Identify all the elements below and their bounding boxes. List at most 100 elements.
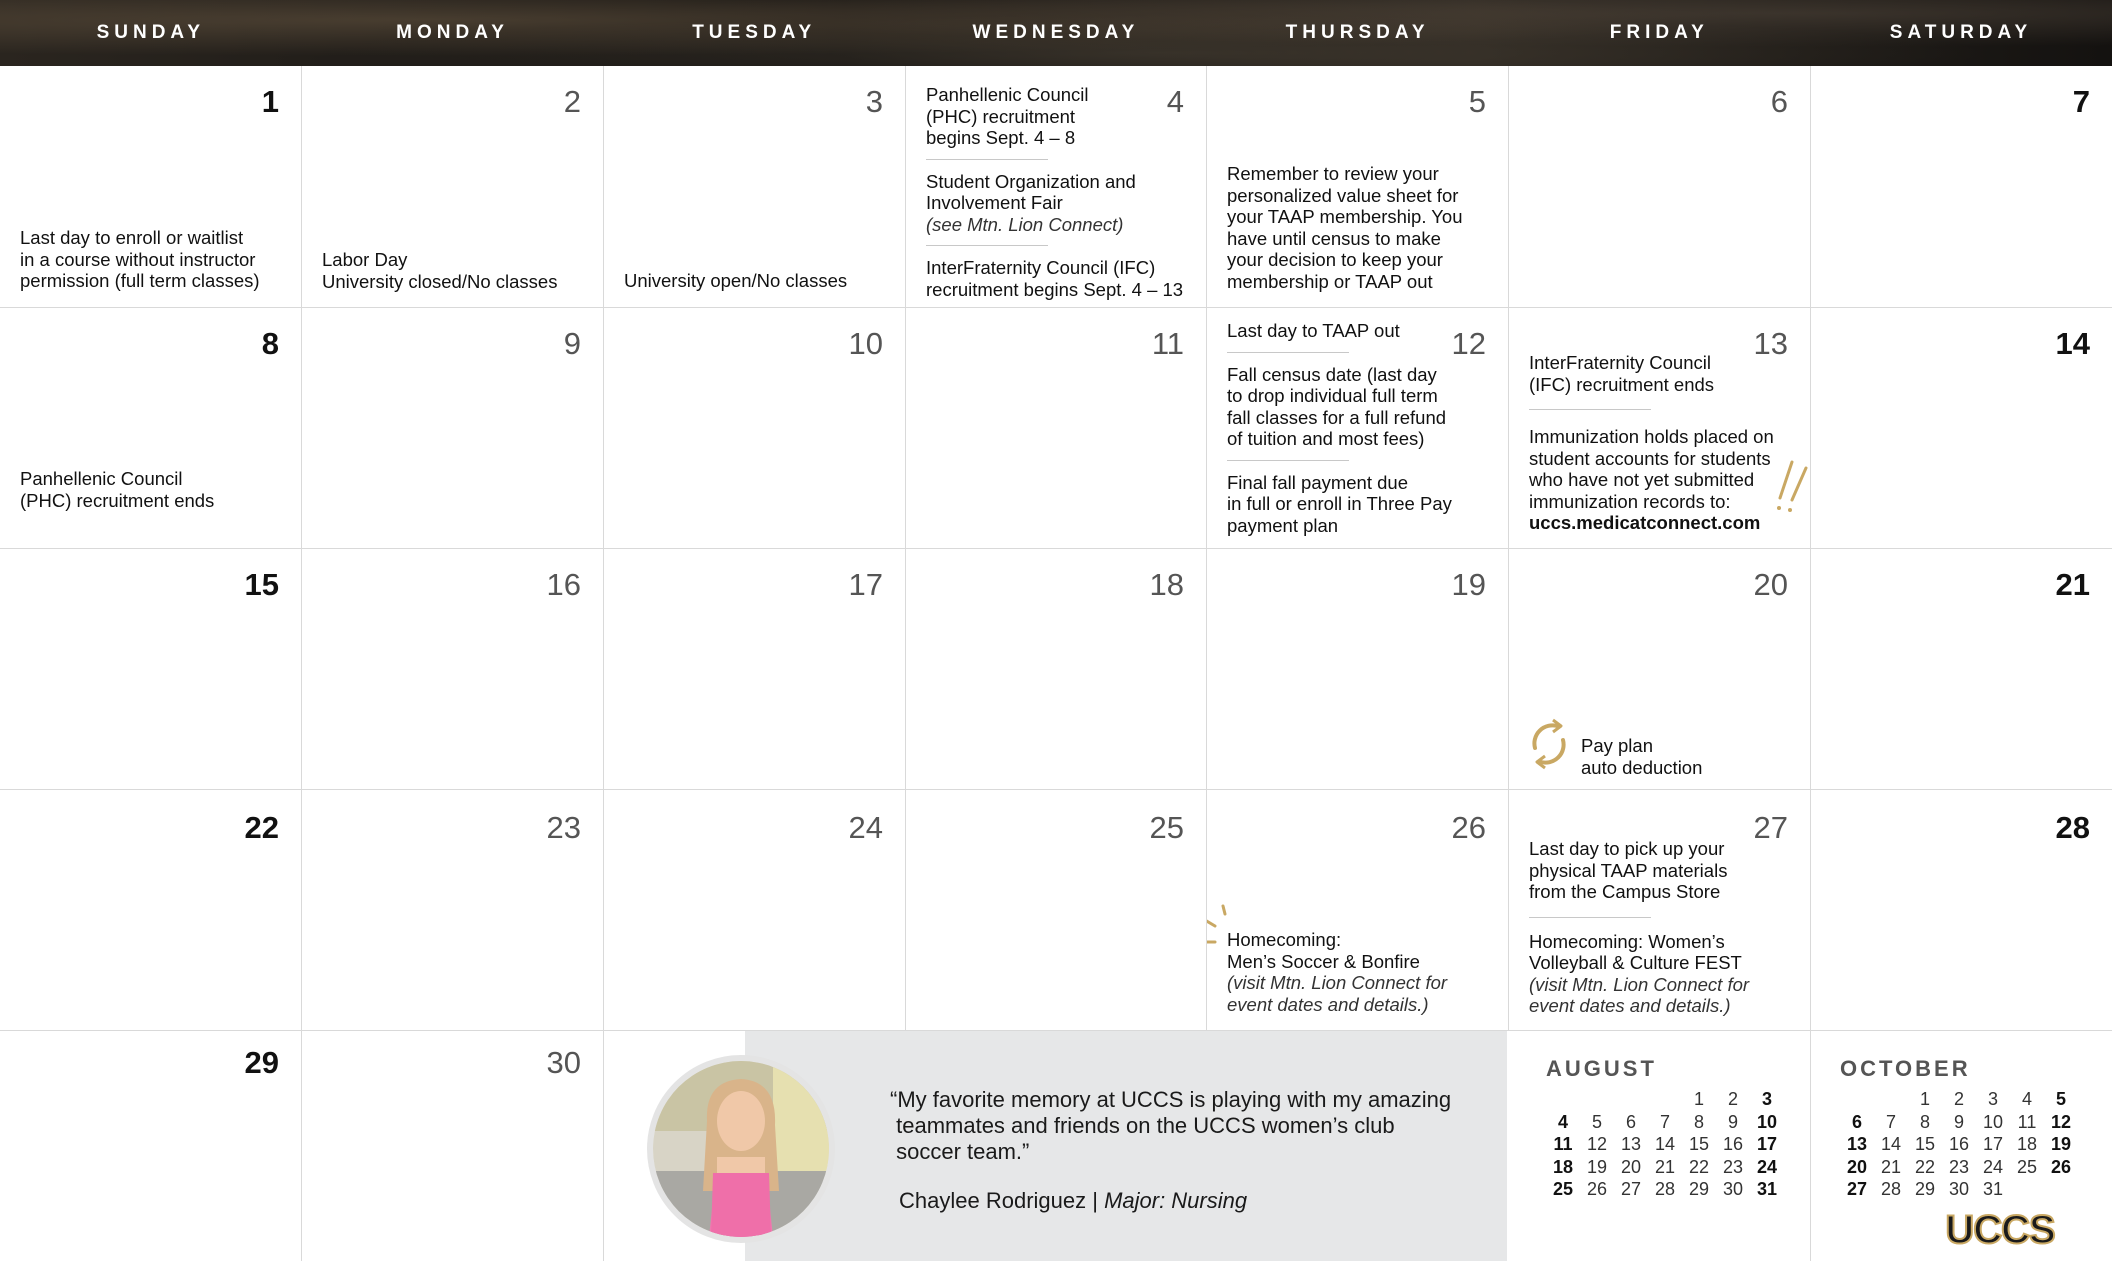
day-cell-22[interactable]: 22: [0, 790, 302, 1031]
day-cell-2[interactable]: 2 Labor Day University closed/No classes: [302, 66, 604, 308]
mini-calendar-day: 23: [1722, 1156, 1744, 1177]
mini-calendar-week: 1 2 3: [1546, 1088, 1784, 1111]
day-cell-4[interactable]: 4 Panhellenic Council (PHC) recruitment …: [906, 66, 1207, 308]
event-line: payment plan: [1227, 514, 1339, 536]
mini-calendar-day: 14: [1880, 1134, 1902, 1154]
event-line: your TAAP membership. You: [1227, 206, 1463, 227]
mini-calendar-day: 6: [1625, 1111, 1636, 1132]
event-line: Pay plan: [1581, 735, 1653, 756]
day-cell-19[interactable]: 19: [1207, 549, 1509, 790]
day-cell-6[interactable]: 6: [1509, 66, 1811, 308]
mini-calendar-day: 30: [1948, 1179, 1970, 1199]
event-divider: [1227, 351, 1349, 353]
student-name: Chaylee Rodriguez: [899, 1188, 1087, 1213]
mini-calendar-day: 20: [1620, 1156, 1642, 1177]
event-line: Final fall payment due: [1227, 471, 1408, 493]
mini-calendar-day: 2: [1727, 1089, 1738, 1109]
weekday-thursday: THURSDAY: [1285, 22, 1430, 43]
mini-calendar-week: 1 2 3 4 5: [1840, 1088, 2078, 1111]
mini-calendar-week: 11 12 13 14 15 16 17: [1546, 1133, 1784, 1156]
mini-calendar-day: 27: [1620, 1179, 1642, 1199]
attribution-separator: |: [1086, 1188, 1105, 1213]
svg-text:UCCS: UCCS: [1945, 1208, 2055, 1249]
mini-calendar-day: [1840, 1088, 1874, 1111]
event-line: of tuition and most fees): [1227, 428, 1425, 449]
mini-calendar-august: AUGUST 1 2 3 4 5 6 7 8 9 10 11 12 13 14 15 16 17 18 19 20 21…: [1546, 1056, 1784, 1201]
event-note: (visit Mtn. Lion Connect for: [1529, 973, 1750, 995]
day-cell-18[interactable]: 18: [906, 549, 1207, 790]
mini-calendar-day: 9: [1953, 1111, 1964, 1132]
events-day-13: InterFraternity Council (IFC) recruitmen…: [1529, 352, 1774, 534]
day-number: 7: [2072, 84, 2090, 119]
day-cell-16[interactable]: 16: [302, 549, 604, 790]
mini-calendar-day: 22: [1914, 1156, 1936, 1177]
mini-calendar-day: 20: [1846, 1156, 1868, 1177]
day-cell-26[interactable]: 26 Homecoming: Men’s Soccer & Bonfire (v…: [1207, 790, 1509, 1031]
mini-calendar-day: 26: [2050, 1156, 2072, 1177]
mini-calendar-day: 16: [1722, 1134, 1744, 1154]
mini-calendar-table: 1 2 3 4 5 6 7 8 9 10 11 12 13 14 15 16 17 18 19 20 21 22 23 24 2…: [1546, 1088, 1784, 1201]
mini-calendar-day: 30: [1722, 1179, 1744, 1199]
day-cell-12[interactable]: 12 Last day to TAAP out Fall census date…: [1207, 308, 1509, 549]
uccs-logo: UCCS: [1944, 1207, 2057, 1249]
event-divider: [1529, 916, 1651, 918]
event-line: immunization records to:: [1529, 490, 1731, 512]
day-number: 19: [1451, 567, 1486, 602]
mini-calendar-day: 17: [1756, 1134, 1778, 1154]
mini-calendar-day: 4: [1557, 1111, 1568, 1132]
day-cell-8[interactable]: 8 Panhellenic Council (PHC) recruitment …: [0, 308, 302, 549]
day-cell-9[interactable]: 9: [302, 308, 604, 549]
event-line: Student Organization and: [926, 170, 1136, 192]
day-cell-7[interactable]: 7: [1811, 66, 2112, 308]
mini-calendar-day: 28: [1654, 1179, 1676, 1199]
day-cell-28[interactable]: 28: [1811, 790, 2112, 1031]
event-pay-plan: Pay plan auto deduction: [1581, 735, 1702, 778]
event-line: begins Sept. 4 – 8: [926, 127, 1076, 148]
mini-calendar-day: 23: [1948, 1156, 1970, 1177]
event-note: event dates and details.): [1227, 993, 1429, 1015]
event-line: auto deduction: [1581, 756, 1703, 778]
day-cell-17[interactable]: 17: [604, 549, 906, 790]
event-line: Remember to review your: [1227, 163, 1439, 184]
day-cell-25[interactable]: 25: [906, 790, 1207, 1031]
day-cell-27[interactable]: 27 Last day to pick up your physical TAA…: [1509, 790, 1811, 1031]
weekday-saturday: SATURDAY: [1889, 22, 2033, 43]
event-line: fall classes for a full refund: [1227, 406, 1447, 428]
day-cell-30[interactable]: 30: [302, 1031, 604, 1261]
day-cell-3[interactable]: 3 University open/No classes: [604, 66, 906, 308]
day-cell-10[interactable]: 10: [604, 308, 906, 549]
day-number: 10: [848, 326, 883, 361]
day-cell-14[interactable]: 14: [1811, 308, 2112, 549]
day-cell-29[interactable]: 29: [0, 1031, 302, 1261]
day-cell-1[interactable]: 1 Last day to enroll or waitlist in a co…: [0, 66, 302, 308]
event-line: who have not yet submitted: [1529, 469, 1755, 490]
day-cell-24[interactable]: 24: [604, 790, 906, 1031]
event-phc-ends: Panhellenic Council (PHC) recruitment en…: [20, 468, 214, 511]
mini-calendar-day: 21: [1880, 1156, 1902, 1177]
day-cell-23[interactable]: 23: [302, 790, 604, 1031]
exclamation-accent-icon: [1777, 460, 1808, 512]
mini-calendar-day: 10: [1982, 1111, 2004, 1132]
day-cell-20[interactable]: 20 Pay plan auto deduction: [1509, 549, 1811, 790]
event-homecoming-soccer: Homecoming: Men’s Soccer & Bonfire (visi…: [1227, 929, 1447, 1015]
mini-calendar-day: 8: [1693, 1111, 1704, 1132]
day-number: 23: [546, 810, 581, 845]
day-cell-21[interactable]: 21: [1811, 549, 2112, 790]
day-cell-15[interactable]: 15: [0, 549, 302, 790]
event-line: Immunization holds placed on: [1529, 426, 1774, 447]
mini-calendar-week: 25 26 27 28 29 30 31: [1546, 1178, 1784, 1201]
immunization-link[interactable]: uccs.medicatconnect.com: [1529, 512, 1774, 534]
mini-calendar-day: 5: [2055, 1089, 2066, 1109]
event-line: personalized value sheet for: [1227, 184, 1459, 206]
day-number: 8: [261, 326, 279, 361]
mini-calendar-day: 18: [1552, 1156, 1574, 1177]
mini-calendar-day: 21: [1654, 1156, 1676, 1177]
day-cell-11[interactable]: 11: [906, 308, 1207, 549]
day-cell-13[interactable]: 13 InterFraternity Council (IFC) recruit…: [1509, 308, 1811, 549]
mini-calendar-week: 18 19 20 21 22 23 24: [1546, 1156, 1784, 1179]
mini-calendar-day: 3: [1987, 1089, 1998, 1109]
day-cell-5[interactable]: 5 Remember to review your personalized v…: [1207, 66, 1509, 308]
mini-calendar-day: 15: [1688, 1134, 1710, 1154]
event-divider: [926, 245, 1048, 246]
events-day-4: Panhellenic Council (PHC) recruitment be…: [926, 84, 1183, 300]
